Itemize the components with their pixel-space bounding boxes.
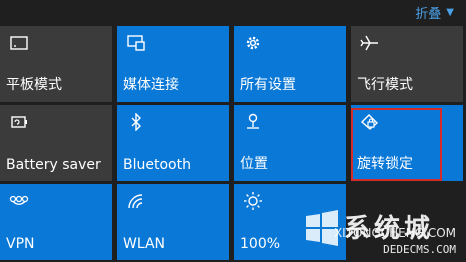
tablet-mode-icon (8, 32, 30, 54)
tile-label: Battery saver (6, 157, 101, 173)
action-center-header: 折叠 ▼ (0, 0, 466, 24)
battery-saver-icon (8, 111, 30, 133)
tile-label: 所有设置 (240, 77, 296, 93)
tile-label: 位置 (240, 156, 268, 172)
tile-label: WLAN (123, 236, 166, 252)
tile-all-settings[interactable]: 所有设置 (234, 26, 346, 102)
tile-airplane-mode[interactable]: 飞行模式 (351, 26, 463, 102)
project-screen-icon (125, 32, 147, 54)
tile-label: 飞行模式 (357, 77, 413, 93)
tile-label: 100% (240, 236, 281, 252)
tile-brightness[interactable]: 100% (234, 184, 346, 260)
tile-bluetooth[interactable]: Bluetooth (117, 105, 229, 181)
tile-label: VPN (6, 236, 35, 252)
watermark-main: 系统城 (344, 214, 435, 244)
collapse-label: 折叠 (415, 7, 442, 22)
bluetooth-icon (125, 111, 147, 133)
airplane-icon (359, 32, 381, 54)
wifi-icon (125, 190, 147, 212)
tile-label: 平板模式 (6, 77, 62, 93)
highlight-box (351, 108, 442, 181)
watermark-sub: XITONGCHENG.COM (333, 226, 456, 240)
tile-media-connect[interactable]: 媒体连接 (117, 26, 229, 102)
watermark-url: DEDECMS.COM (383, 243, 456, 256)
tile-battery-saver[interactable]: Battery saver (0, 105, 112, 181)
chevron-down-icon: ▼ (446, 7, 454, 18)
tile-vpn[interactable]: VPN (0, 184, 112, 260)
collapse-button[interactable]: 折叠 ▼ (415, 3, 454, 22)
tile-wlan[interactable]: WLAN (117, 184, 229, 260)
tile-label: Bluetooth (123, 157, 191, 173)
tile-location[interactable]: 位置 (234, 105, 346, 181)
tile-label: 媒体连接 (123, 77, 179, 93)
location-icon (242, 111, 264, 133)
vpn-icon (8, 190, 30, 212)
brightness-icon (242, 190, 264, 212)
tile-tablet-mode[interactable]: 平板模式 (0, 26, 112, 102)
gear-icon (242, 32, 264, 54)
